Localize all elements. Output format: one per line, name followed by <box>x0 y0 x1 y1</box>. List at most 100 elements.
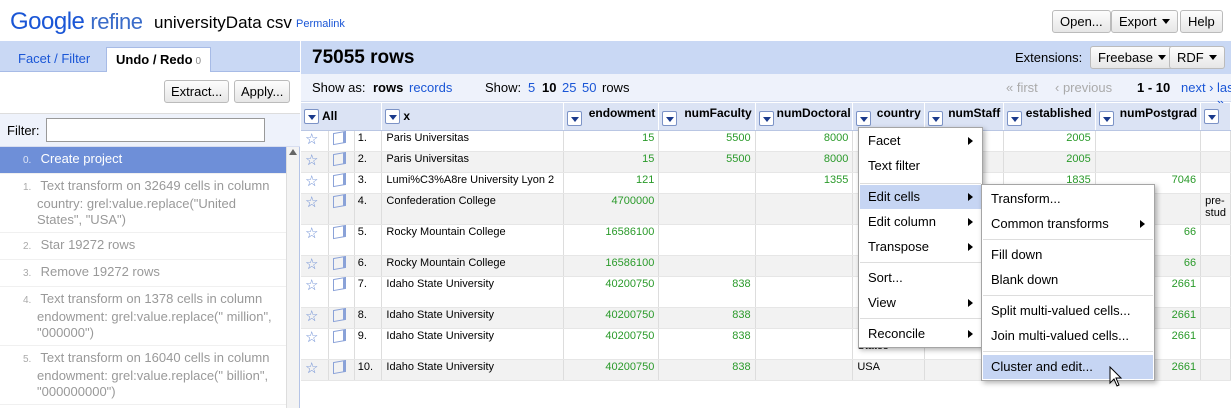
cell-numdoctoral[interactable] <box>755 359 854 381</box>
flag-cell[interactable] <box>328 172 355 194</box>
cell-country[interactable]: USA <box>852 359 925 381</box>
flag-icon[interactable] <box>333 359 347 374</box>
cell-overflow[interactable] <box>1200 151 1231 173</box>
row-index-cell[interactable]: 7. <box>354 276 383 308</box>
flag-icon[interactable] <box>333 193 347 208</box>
column-menu-button[interactable] <box>385 108 401 124</box>
flag-icon[interactable] <box>333 130 347 145</box>
freebase-button[interactable]: Freebase <box>1090 46 1174 69</box>
cell-numpostgrad[interactable] <box>1095 151 1202 173</box>
column-header-overflow[interactable] <box>1200 103 1231 131</box>
flag-cell[interactable] <box>328 151 355 173</box>
cell-x[interactable]: Paris Universitas <box>381 151 565 173</box>
table-row[interactable]: ☆ 1. Paris Universitas 15 5500 8000 2005 <box>301 130 1231 152</box>
cell-established[interactable]: 2005 <box>1003 151 1096 173</box>
pager-next[interactable]: next › <box>1181 80 1214 95</box>
cell-numfaculty[interactable] <box>658 172 756 194</box>
flag-icon[interactable] <box>333 307 347 322</box>
cell-x[interactable]: Idaho State University <box>381 307 565 329</box>
tab-undo-redo[interactable]: Undo / Redo 0 <box>106 47 212 72</box>
history-item[interactable]: 3. Remove 19272 rows <box>0 260 286 287</box>
apply-button[interactable]: Apply... <box>234 80 291 103</box>
history-filter-input[interactable] <box>46 118 265 142</box>
cell-overflow[interactable] <box>1200 224 1231 256</box>
cell-numfaculty[interactable]: 5500 <box>658 151 756 173</box>
google-refine-logo[interactable]: Google refine <box>10 8 143 36</box>
cell-numfaculty[interactable]: 838 <box>658 359 756 381</box>
menu-item-blank-down[interactable]: Blank down <box>983 268 1153 292</box>
cell-overflow[interactable] <box>1200 276 1231 308</box>
flag-cell[interactable] <box>328 359 355 381</box>
star-cell[interactable]: ☆ <box>301 255 330 277</box>
scroll-up-arrow-icon[interactable] <box>289 149 297 155</box>
open-button[interactable]: Open... <box>1052 10 1111 33</box>
column-menu-button[interactable] <box>927 111 943 127</box>
cell-endowment[interactable]: 40200750 <box>563 307 660 329</box>
column-menu-button[interactable] <box>304 108 319 124</box>
row-index-cell[interactable]: 3. <box>354 172 383 194</box>
star-cell[interactable]: ☆ <box>301 276 330 308</box>
star-cell[interactable]: ☆ <box>301 359 330 381</box>
cell-endowment[interactable]: 16586100 <box>563 255 660 277</box>
cell-overflow[interactable] <box>1200 255 1231 277</box>
flag-cell[interactable] <box>328 328 355 360</box>
menu-item-transform[interactable]: Transform... <box>983 187 1153 211</box>
column-header-numfaculty[interactable]: numFaculty <box>658 103 756 131</box>
row-index-cell[interactable]: 9. <box>354 328 383 360</box>
star-icon[interactable]: ☆ <box>305 225 318 242</box>
row-index-cell[interactable]: 8. <box>354 307 383 329</box>
page-size-10[interactable]: 10 <box>542 80 556 95</box>
row-index-cell[interactable]: 5. <box>354 224 383 256</box>
column-menu-button[interactable] <box>1098 111 1114 127</box>
cell-x[interactable]: Idaho State University <box>381 328 565 360</box>
star-icon[interactable]: ☆ <box>305 277 318 294</box>
table-row[interactable]: ☆ 2. Paris Universitas 15 5500 8000 2005 <box>301 151 1231 173</box>
star-cell[interactable]: ☆ <box>301 172 330 194</box>
rows-mode-toggle[interactable]: rows <box>373 80 403 95</box>
cell-x[interactable]: Rocky Mountain College <box>381 255 565 277</box>
cell-overflow[interactable] <box>1200 307 1231 329</box>
history-item[interactable]: 4. Text transform on 1378 cells in colum… <box>0 287 286 346</box>
column-header-country[interactable]: country <box>852 103 925 131</box>
flag-icon[interactable] <box>333 151 347 166</box>
project-title[interactable]: universityData csv <box>154 13 292 33</box>
star-cell[interactable]: ☆ <box>301 193 330 225</box>
cell-numdoctoral[interactable]: 8000 <box>755 151 854 173</box>
row-index-cell[interactable]: 4. <box>354 193 383 225</box>
pager-previous[interactable]: ‹ previous <box>1055 80 1112 95</box>
star-icon[interactable]: ☆ <box>305 360 318 377</box>
cell-numdoctoral[interactable] <box>755 224 854 256</box>
history-item[interactable]: 5. Text transform on 16040 cells in colu… <box>0 346 286 405</box>
cell-numfaculty[interactable]: 5500 <box>658 130 756 152</box>
flag-icon[interactable] <box>333 328 347 343</box>
page-size-5[interactable]: 5 <box>528 80 535 95</box>
flag-icon[interactable] <box>333 255 347 270</box>
cell-endowment[interactable]: 40200750 <box>563 359 660 381</box>
menu-item-edit-column[interactable]: Edit column <box>860 210 981 234</box>
flag-cell[interactable] <box>328 193 355 225</box>
column-menu-button[interactable] <box>567 111 583 127</box>
row-index-cell[interactable]: 6. <box>354 255 383 277</box>
menu-item-join-multi-valued[interactable]: Join multi-valued cells... <box>983 324 1153 348</box>
cell-numdoctoral[interactable] <box>755 276 854 308</box>
flag-cell[interactable] <box>328 130 355 152</box>
column-header-numpostgrad[interactable]: numPostgrad <box>1095 103 1202 131</box>
pager-first[interactable]: « first <box>1006 80 1038 95</box>
column-header-numdoctoral[interactable]: numDoctoral <box>755 103 854 131</box>
cell-endowment[interactable]: 15 <box>563 130 660 152</box>
tab-facet-filter[interactable]: Facet / Filter <box>9 47 99 72</box>
cell-endowment[interactable]: 4700000 <box>563 193 660 225</box>
cell-overflow[interactable] <box>1200 172 1231 194</box>
star-cell[interactable]: ☆ <box>301 307 330 329</box>
cell-overflow[interactable] <box>1200 328 1231 360</box>
cell-numdoctoral[interactable] <box>755 193 854 225</box>
star-cell[interactable]: ☆ <box>301 151 330 173</box>
menu-item-split-multi-valued[interactable]: Split multi-valued cells... <box>983 299 1153 323</box>
cell-x[interactable]: Lumi%C3%A8re University Lyon 2 <box>381 172 565 194</box>
rdf-button[interactable]: RDF <box>1169 46 1225 69</box>
star-icon[interactable]: ☆ <box>305 194 318 211</box>
star-icon[interactable]: ☆ <box>305 308 318 325</box>
cell-numfaculty[interactable] <box>658 224 756 256</box>
cell-x[interactable]: Idaho State University <box>381 359 565 381</box>
menu-item-view[interactable]: View <box>860 291 981 315</box>
